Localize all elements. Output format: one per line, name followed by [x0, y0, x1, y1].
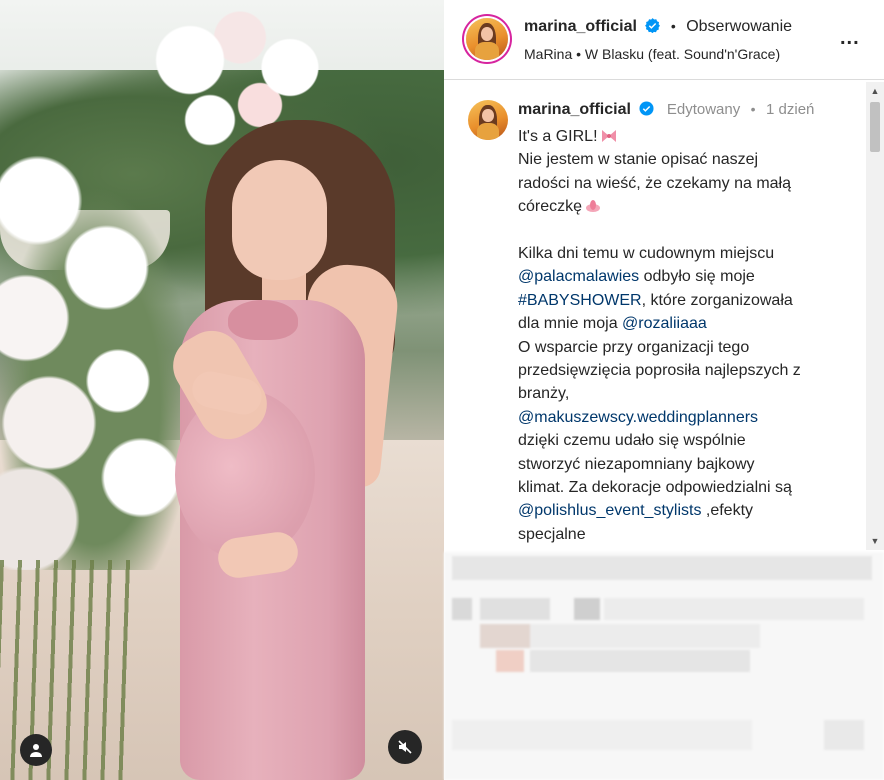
scroll-thumb[interactable]: [870, 102, 880, 152]
caption-line: O wsparcie przy organizacji tego: [518, 338, 750, 356]
caption-area: marina_official Edytowany • 1 dzień It's…: [444, 81, 884, 551]
caption-line: branży,: [518, 385, 570, 403]
author-avatar[interactable]: [466, 18, 508, 60]
post-media[interactable]: [0, 0, 444, 780]
post-time[interactable]: 1 dzień: [766, 101, 814, 118]
scroll-down-icon[interactable]: ▼: [866, 532, 884, 550]
caption-scrollbar[interactable]: ▲ ▼: [866, 82, 884, 550]
following-button[interactable]: Obserwowanie: [686, 18, 792, 35]
caption-line: @makuszewscy.weddingplanners: [518, 406, 858, 429]
post-side-panel: marina_official • Obserwowanie MaRina • …: [444, 0, 884, 780]
author-username[interactable]: marina_official: [524, 18, 637, 35]
mention-link[interactable]: @rozaliiaaa: [622, 315, 707, 332]
scroll-up-icon[interactable]: ▲: [866, 82, 884, 100]
bow-emoji-icon: [601, 130, 616, 142]
caption-line: It's a GIRL!: [518, 125, 858, 148]
header-separator: •: [670, 18, 676, 34]
verified-badge-icon: [645, 18, 661, 33]
verified-badge-icon: [639, 101, 654, 116]
caption-line: @polishlus_event_stylists ,efekty: [518, 502, 754, 520]
song-info[interactable]: MaRina • W Blasku (feat. Sound'n'Grace): [524, 46, 780, 62]
user-tags-button[interactable]: [20, 734, 52, 766]
caption-line: dzięki czemu udało się wspólnie: [518, 432, 746, 450]
caption-line: #BABYSHOWER, które zorganizowała: [518, 291, 793, 309]
caption-author-avatar[interactable]: [468, 100, 508, 140]
caption-line: stworzyć niezapomniany bajkowy: [518, 455, 755, 473]
caption-line: dla mnie moja @rozaliiaaa: [518, 315, 707, 333]
caption-username[interactable]: marina_official: [518, 101, 631, 118]
dress-bow: [228, 300, 298, 340]
caption-line: specjalne: [518, 525, 586, 543]
more-options-button[interactable]: ...: [840, 28, 860, 48]
blurred-comments-area: [444, 552, 884, 780]
mention-link[interactable]: @palacmalawies: [518, 268, 639, 285]
mention-link[interactable]: @makuszewscy.weddingplanners: [518, 409, 758, 426]
post-caption: It's a GIRL! Nie jestem w stanie opisać …: [518, 125, 858, 546]
caption-line: @palacmalawies odbyło się moje: [518, 268, 755, 286]
mention-link[interactable]: @polishlus_event_stylists: [518, 502, 701, 519]
caption-line: przedsięwzięcia poprosiła najlepszych z: [518, 362, 801, 380]
edited-label: Edytowany: [666, 101, 741, 118]
caption-separator: •: [750, 101, 756, 117]
caption-line: radości na wieść, że czekamy na małą: [518, 174, 791, 192]
caption-line: klimat. Za dekoracje odpowiedzialni są: [518, 479, 792, 497]
hashtag-link[interactable]: #BABYSHOWER: [518, 292, 642, 309]
caption-line: córeczkę: [518, 195, 858, 218]
mute-button[interactable]: [388, 730, 422, 764]
woman-face: [232, 160, 327, 280]
more-icon: ...: [840, 27, 860, 49]
lotus-emoji-icon: [586, 200, 601, 213]
caption-line: Nie jestem w stanie opisać naszej: [518, 151, 759, 169]
caption-line: Kilka dni temu w cudownym miejscu: [518, 245, 775, 263]
sound-off-icon: [398, 740, 412, 754]
person-icon: [30, 744, 42, 757]
post-header: marina_official • Obserwowanie MaRina • …: [444, 0, 884, 80]
